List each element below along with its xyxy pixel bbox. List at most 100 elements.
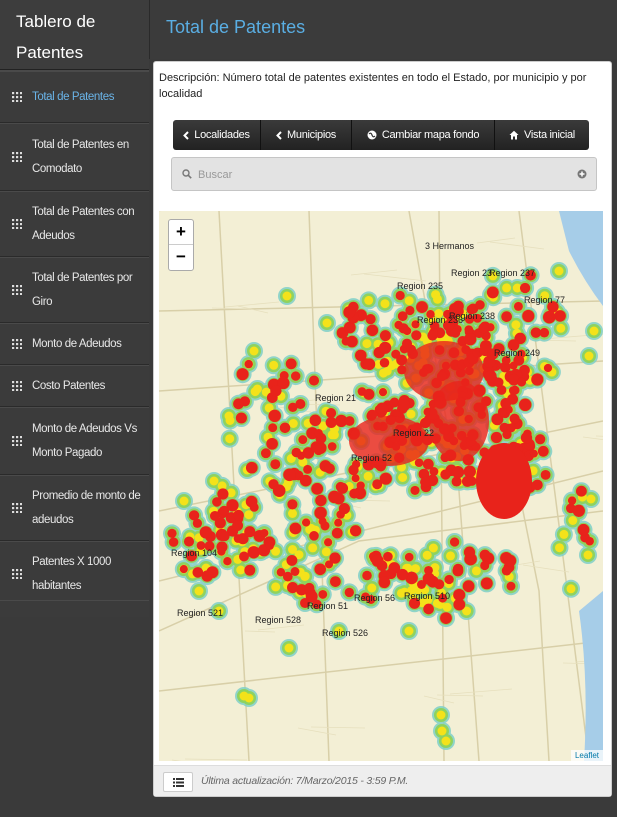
municipios-button[interactable]: Municipios: [261, 120, 352, 150]
cambiar-mapa-button[interactable]: Cambiar mapa fondo: [352, 120, 495, 150]
last-updated-text: Última actualización: 7/Marzo/2015 - 3:5…: [201, 775, 409, 787]
street-line: [522, 564, 570, 573]
heat-point: [555, 543, 564, 553]
heat-point: [325, 416, 337, 428]
heat-point: [522, 309, 535, 323]
heat-point: [334, 518, 343, 527]
heat-point: [501, 565, 512, 576]
heat-point: [288, 419, 298, 428]
heat-point: [179, 565, 188, 574]
heat-point: [328, 490, 341, 504]
heat-point: [434, 579, 445, 590]
heat-point: [303, 464, 313, 474]
panel-footer: Última actualización: 7/Marzo/2015 - 3:5…: [154, 765, 611, 796]
street-line: [224, 301, 280, 308]
heat-point: [420, 476, 431, 488]
sidebar-spacer: [0, 617, 149, 817]
heat-point: [405, 305, 415, 316]
sidebar-item-5[interactable]: Monto de Adeudos: [0, 323, 149, 365]
region-label: Region 528: [255, 615, 301, 625]
heat-point: [506, 581, 516, 591]
heat-point: [556, 323, 566, 333]
heat-hotspot: [476, 443, 532, 519]
heat-point: [249, 346, 259, 356]
map-attribution[interactable]: Leaflet: [570, 750, 603, 761]
heat-point: [363, 388, 375, 400]
heat-point: [568, 516, 578, 525]
sidebar-item-1[interactable]: Total de Patentes: [0, 71, 149, 123]
vista-inicial-label: Vista inicial: [524, 129, 575, 141]
clear-search-icon[interactable]: [577, 169, 587, 179]
heat-point: [344, 416, 355, 426]
region-label: Region 510: [404, 591, 450, 601]
list-toggle-button[interactable]: [163, 772, 193, 792]
grid-icon: [12, 285, 22, 295]
heat-point: [356, 481, 365, 490]
heat-point: [224, 411, 234, 421]
sidebar-item-2[interactable]: Total de Patentes en Comodato: [0, 123, 149, 191]
sidebar-item-9[interactable]: Patentes X 1000 habitantes: [0, 541, 149, 607]
zoom-in-button[interactable]: +: [169, 220, 193, 245]
heat-point: [287, 499, 298, 510]
heat-point: [314, 563, 327, 576]
heat-point: [518, 398, 532, 412]
heat-point: [406, 409, 416, 419]
heat-point: [244, 510, 254, 520]
heat-point: [378, 387, 388, 397]
heat-point: [322, 318, 332, 328]
heat-point: [219, 531, 230, 542]
sidebar-item-4[interactable]: Total de Patentes por Giro: [0, 257, 149, 323]
heat-point: [330, 576, 341, 587]
grid-icon: [12, 503, 22, 513]
heat-point: [245, 461, 258, 474]
heat-point: [209, 510, 220, 521]
sidebar-item-8[interactable]: Promedio de monto de adeudos: [0, 475, 149, 541]
sidebar-item-label: Total de Patentes por Giro: [32, 272, 133, 308]
heat-point: [451, 466, 465, 479]
vista-inicial-button[interactable]: Vista inicial: [495, 120, 589, 150]
heat-point: [336, 327, 349, 339]
heat-point: [318, 589, 328, 599]
sidebar-item-label: Total de Patentes con Adeudos: [32, 206, 135, 242]
sidebar-item-label: Monto de Adeudos Vs Monto Pagado: [32, 423, 137, 459]
heat-point: [397, 398, 411, 412]
heat-point: [584, 351, 594, 361]
sidebar-item-3[interactable]: Total de Patentes con Adeudos: [0, 191, 149, 257]
localidades-button[interactable]: Localidades: [173, 120, 261, 150]
heat-point: [411, 330, 422, 341]
street-line: [595, 435, 603, 437]
heat-point: [440, 469, 451, 480]
heat-point: [364, 295, 374, 305]
sidebar-item-7[interactable]: Monto de Adeudos Vs Monto Pagado: [0, 407, 149, 475]
heat-point: [289, 522, 302, 535]
heat-point: [279, 422, 291, 434]
heat-point: [362, 570, 372, 581]
heat-point: [501, 311, 512, 322]
chevron-left-icon: [183, 130, 189, 140]
heat-point: [268, 423, 278, 433]
street-line: [489, 241, 545, 250]
region-label: Region 249: [494, 348, 540, 358]
heat-point: [308, 375, 320, 386]
search-input[interactable]: [198, 166, 558, 184]
heat-point: [179, 496, 189, 506]
zoom-out-button[interactable]: −: [169, 245, 193, 270]
map-toolbar: Localidades Municipios Cambiar mapa fond…: [173, 120, 589, 150]
heat-point: [490, 431, 503, 444]
region-label: Region 23: [451, 268, 492, 278]
heat-point: [422, 458, 434, 470]
street-line: [257, 624, 305, 631]
heatmap-map[interactable]: 3 Hermanos Region 23 Region 237 Region 77 Re…: [159, 211, 603, 761]
globe-icon: [367, 130, 377, 140]
heat-point: [300, 572, 310, 581]
sidebar-item-6[interactable]: Costo Patentes: [0, 365, 149, 407]
heat-point: [167, 528, 177, 539]
road-line: [159, 640, 603, 692]
heat-point: [444, 574, 454, 585]
heat-point: [539, 327, 550, 338]
region-label: Region 52: [351, 453, 392, 463]
heat-point: [508, 386, 518, 395]
heat-point: [233, 509, 244, 521]
heat-point: [266, 437, 278, 450]
sidebar-item-label: Total de Patentes: [32, 91, 115, 103]
